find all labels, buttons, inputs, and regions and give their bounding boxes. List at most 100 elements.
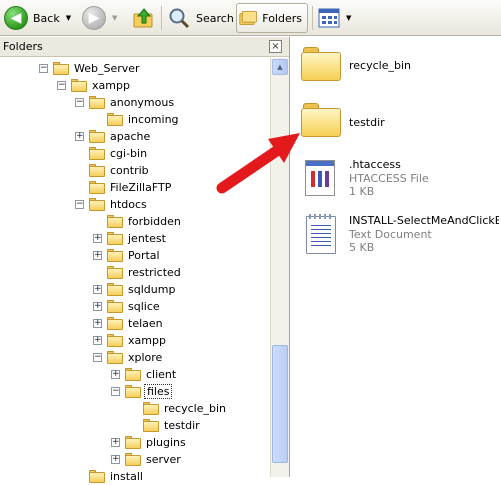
tree-item-label: xampp: [128, 334, 166, 347]
tree-expander-icon[interactable]: +: [93, 251, 102, 260]
folder-icon: [107, 283, 123, 296]
tree-item-label: Web_Server: [74, 62, 140, 75]
tree-item[interactable]: xampp: [107, 332, 168, 349]
tree-expander-icon[interactable]: +: [75, 132, 84, 141]
folder-icon: [107, 113, 123, 126]
tree-item-label: xampp: [92, 79, 130, 92]
tree-item[interactable]: contrib: [89, 162, 151, 179]
search-button[interactable]: Search: [167, 3, 234, 33]
tree-item[interactable]: files: [125, 383, 173, 400]
tree-expander-icon[interactable]: +: [93, 319, 102, 328]
tree-scrollbar[interactable]: ▲: [270, 58, 289, 477]
tree-item-label: testdir: [164, 419, 200, 432]
htaccess-file-icon: [305, 160, 335, 196]
tree-item[interactable]: Portal: [107, 247, 162, 264]
tree-expander-icon[interactable]: −: [75, 200, 84, 209]
tree-item[interactable]: forbidden: [107, 213, 183, 230]
scroll-up-icon[interactable]: ▲: [272, 59, 288, 75]
tree-item[interactable]: xampp: [71, 77, 132, 94]
back-dropdown-icon[interactable]: ▼: [66, 14, 71, 22]
tree-item-label: sqlice: [128, 300, 160, 313]
tree-item[interactable]: client: [125, 366, 178, 383]
folders-icon: [239, 10, 257, 26]
file-size: 5 KB: [349, 241, 375, 254]
forward-button[interactable]: ▶ ▼: [82, 3, 117, 33]
tree-item-label: server: [146, 453, 181, 466]
tree-item[interactable]: sqlice: [107, 298, 162, 315]
tree-expander-icon[interactable]: −: [39, 64, 48, 73]
folder-icon: [107, 334, 123, 347]
tree-item[interactable]: server: [125, 451, 183, 468]
folder-icon: [107, 249, 123, 262]
tree-item-label: htdocs: [110, 198, 147, 211]
folders-label: Folders: [262, 11, 302, 25]
folder-icon: [107, 215, 123, 228]
tree-item[interactable]: htdocs: [89, 196, 149, 213]
tree-item-label: anonymous: [110, 96, 175, 109]
tree-item-label: FileZillaFTP: [110, 181, 172, 194]
up-folder-button[interactable]: [132, 3, 156, 33]
tree-expander-icon[interactable]: −: [93, 353, 102, 362]
tree-item[interactable]: sqldump: [107, 281, 177, 298]
scroll-thumb[interactable]: [272, 345, 288, 463]
folders-button[interactable]: Folders: [236, 3, 308, 33]
folder-icon: [89, 164, 105, 177]
file-type: Text Document: [349, 228, 432, 241]
tree-expander-icon[interactable]: +: [111, 455, 120, 464]
tree-item[interactable]: anonymous: [89, 94, 176, 111]
folder-icon: [89, 147, 105, 160]
folder-icon: [125, 453, 141, 466]
tree-item[interactable]: incoming: [107, 111, 181, 128]
file-name: testdir: [349, 116, 385, 129]
tree-item-label: client: [146, 368, 177, 381]
tree-expander-icon[interactable]: +: [93, 336, 102, 345]
close-icon[interactable]: ×: [269, 40, 282, 53]
tree-expander-icon[interactable]: −: [57, 81, 66, 90]
folder-icon: [301, 103, 341, 137]
tree-item[interactable]: Web_Server: [53, 60, 142, 77]
tree-item[interactable]: apache: [89, 128, 152, 145]
file-name: INSTALL-SelectMeAndClickEdit...: [349, 214, 499, 227]
tree-item[interactable]: testdir: [143, 417, 202, 434]
folder-icon: [107, 266, 123, 279]
tree-item-label: files: [144, 384, 173, 399]
search-icon: [169, 8, 190, 29]
tree-expander-icon[interactable]: +: [93, 285, 102, 294]
tree-item[interactable]: plugins: [125, 434, 188, 451]
tree-item-label: recycle_bin: [164, 402, 226, 415]
back-label: Back: [33, 11, 60, 25]
tree-item[interactable]: restricted: [107, 264, 183, 281]
views-button[interactable]: ▼: [318, 3, 351, 33]
up-folder-icon: [133, 8, 153, 28]
file-name: .htaccess: [349, 158, 401, 171]
folder-icon: [89, 198, 105, 211]
search-label: Search: [196, 11, 234, 25]
tree-item[interactable]: FileZillaFTP: [89, 179, 173, 196]
toolbar: ◀ Back ▼ ▶ ▼ Search Folders ▼: [0, 0, 501, 36]
tree-item[interactable]: xplore: [107, 349, 164, 366]
tree-expander-icon[interactable]: +: [93, 234, 102, 243]
tree-expander-icon[interactable]: +: [111, 370, 120, 379]
folder-icon: [89, 130, 105, 143]
tree-item-label: cgi-bin: [110, 147, 148, 160]
tree-expander-icon[interactable]: −: [75, 98, 84, 107]
text-document-icon: [306, 214, 336, 254]
folder-icon: [143, 402, 159, 415]
tree-expander-icon[interactable]: +: [111, 438, 120, 447]
back-button[interactable]: ◀ Back ▼: [4, 3, 71, 33]
tree-item[interactable]: recycle_bin: [143, 400, 228, 417]
tree-item[interactable]: cgi-bin: [89, 145, 149, 162]
forward-dropdown-icon[interactable]: ▼: [112, 14, 117, 22]
views-dropdown-icon[interactable]: ▼: [346, 14, 351, 22]
tree-item[interactable]: jentest: [107, 230, 168, 247]
tree-item-label: sqldump: [128, 283, 176, 296]
tree-expander-icon[interactable]: +: [93, 302, 102, 311]
folders-pane-title: Folders: [3, 40, 43, 53]
folders-pane-header: Folders ×: [0, 37, 289, 57]
tree-item-label: plugins: [146, 436, 186, 449]
tree-item[interactable]: telaen: [107, 315, 165, 332]
tree-expander-icon[interactable]: −: [111, 387, 120, 396]
folder-icon: [71, 79, 87, 92]
forward-arrow-icon: ▶: [82, 6, 106, 30]
folder-icon: [107, 317, 123, 330]
